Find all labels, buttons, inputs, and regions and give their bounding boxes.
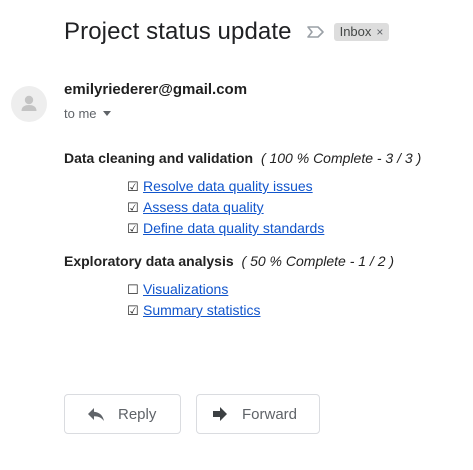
section-status: ( 50 % Complete - 1 / 2 ) bbox=[241, 253, 395, 269]
checked-box-icon: ☑ bbox=[127, 201, 139, 216]
task-item: ☐ Visualizations bbox=[127, 279, 464, 300]
checked-box-icon: ☑ bbox=[127, 304, 139, 319]
recipient-details-toggle[interactable]: to me bbox=[64, 106, 111, 121]
caret-down-icon[interactable] bbox=[102, 111, 111, 116]
checked-box-icon: ☑ bbox=[127, 180, 139, 195]
reply-label: Reply bbox=[118, 405, 157, 423]
reply-button[interactable]: Reply bbox=[64, 394, 181, 434]
email-subject: Project status update bbox=[64, 18, 292, 45]
inbox-label-chip[interactable]: Inbox × bbox=[333, 23, 390, 41]
section-name: Data cleaning and validation bbox=[64, 150, 254, 166]
unchecked-box-icon: ☐ bbox=[127, 283, 139, 298]
section-heading: Exploratory data analysis ( 50 % Complet… bbox=[64, 252, 464, 270]
checked-box-icon: ☑ bbox=[127, 222, 139, 237]
section-name: Exploratory data analysis bbox=[64, 253, 234, 269]
task-section: Data cleaning and validation ( 100 % Com… bbox=[64, 149, 464, 239]
task-item: ☑ Summary statistics bbox=[127, 300, 464, 321]
task-link[interactable]: Visualizations bbox=[143, 281, 228, 297]
recipient-text: to me bbox=[64, 106, 97, 121]
forward-button[interactable]: Forward bbox=[196, 394, 320, 434]
forward-arrow-icon bbox=[210, 404, 230, 424]
label-chip-text: Inbox bbox=[339, 24, 372, 39]
task-link[interactable]: Assess data quality bbox=[143, 199, 264, 215]
subject-row: Project status update Inbox × bbox=[64, 18, 390, 46]
message-body: Data cleaning and validation ( 100 % Com… bbox=[64, 149, 464, 321]
task-link[interactable]: Summary statistics bbox=[143, 302, 260, 318]
section-heading: Data cleaning and validation ( 100 % Com… bbox=[64, 149, 464, 167]
task-section: Exploratory data analysis ( 50 % Complet… bbox=[64, 252, 464, 321]
reply-arrow-icon bbox=[86, 404, 106, 424]
sender-address: emilyriederer@gmail.com bbox=[64, 81, 248, 98]
task-item: ☑ Define data quality standards bbox=[127, 218, 464, 239]
forward-label: Forward bbox=[242, 405, 298, 423]
section-status: ( 100 % Complete - 3 / 3 ) bbox=[260, 150, 422, 166]
remove-label-icon[interactable]: × bbox=[376, 25, 383, 39]
task-list: ☑ Resolve data quality issues ☑ Assess dat… bbox=[127, 176, 464, 239]
person-avatar-icon[interactable] bbox=[11, 86, 47, 122]
task-link[interactable]: Resolve data quality issues bbox=[143, 178, 313, 194]
label-arrow-outline-icon[interactable] bbox=[306, 25, 326, 39]
task-item: ☑ Assess data quality bbox=[127, 197, 464, 218]
task-item: ☑ Resolve data quality issues bbox=[127, 176, 464, 197]
task-link[interactable]: Define data quality standards bbox=[143, 220, 324, 236]
task-list: ☐ Visualizations ☑ Summary statistics bbox=[127, 279, 464, 321]
